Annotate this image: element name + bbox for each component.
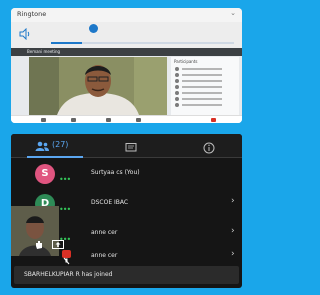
volume-slider[interactable] <box>51 42 234 44</box>
tab-participants[interactable]: (27) <box>35 139 75 153</box>
tab-chat[interactable] <box>125 139 137 153</box>
tab-bar: (27) <box>11 134 242 158</box>
ringtone-title: Ringtone <box>17 10 47 18</box>
info-icon <box>203 142 215 154</box>
participants-panel: Participants <box>171 57 239 115</box>
participants-panel-title: Participants <box>174 59 198 64</box>
share-icon[interactable] <box>106 118 111 122</box>
share-screen-icon[interactable] <box>52 240 64 250</box>
join-notification-text: SBARHELKUPIAR R has joined <box>24 271 113 278</box>
mic-off-icon[interactable] <box>62 250 71 265</box>
more-icon[interactable] <box>136 118 141 122</box>
hand-icon[interactable] <box>34 240 44 250</box>
camera-icon[interactable] <box>71 118 76 122</box>
panel-row[interactable] <box>175 97 235 102</box>
speaker-video[interactable] <box>29 57 167 115</box>
panel-row[interactable] <box>175 79 235 84</box>
presence-dots: ••• <box>59 175 71 184</box>
video-header: Bemani meeting <box>11 48 242 56</box>
participant-name: Surtyaa cs (You) <box>91 169 140 176</box>
volume-row <box>11 22 242 48</box>
panel-row[interactable] <box>175 103 235 108</box>
participant-name: anne cer <box>91 252 118 259</box>
participants-view: (27) S ••• Surtyaa cs (You) D ••• DSCOE … <box>11 134 242 288</box>
video-area: Bemani meeting Participants <box>11 48 242 123</box>
chevron-right-icon[interactable]: › <box>231 249 235 259</box>
chevron-right-icon[interactable]: › <box>231 196 235 206</box>
end-call-icon[interactable] <box>211 118 216 122</box>
participant-name: DSCOE IBAC <box>91 199 129 206</box>
speaker-icon[interactable] <box>19 28 31 40</box>
panel-row[interactable] <box>175 67 235 72</box>
active-tab-indicator <box>27 156 83 158</box>
mic-icon[interactable] <box>41 118 46 122</box>
participant-row[interactable]: S ••• Surtyaa cs (You) <box>11 159 242 189</box>
participant-count: (27) <box>52 140 69 149</box>
participant-name: anne cer <box>91 229 118 236</box>
avatar: S <box>35 164 55 184</box>
presence-dots: ••• <box>59 205 71 214</box>
meeting-title: Bemani meeting <box>27 49 61 54</box>
panel-row[interactable] <box>175 91 235 96</box>
meeting-controls <box>11 115 242 123</box>
tab-info[interactable] <box>203 139 215 154</box>
volume-slider-fill <box>51 42 83 44</box>
meeting-window: Ringtone ⌄ Bemani meeting Participants <box>11 8 242 123</box>
chevron-down-icon[interactable]: ⌄ <box>230 9 236 17</box>
join-notification: SBARHELKUPIAR R has joined <box>14 266 239 284</box>
chevron-right-icon[interactable]: › <box>231 226 235 236</box>
speaker-video-image <box>29 57 167 115</box>
ringtone-header[interactable]: Ringtone ⌄ <box>11 8 242 22</box>
panel-row[interactable] <box>175 85 235 90</box>
panel-row[interactable] <box>175 73 235 78</box>
people-icon <box>35 141 49 151</box>
chat-icon <box>125 143 137 152</box>
